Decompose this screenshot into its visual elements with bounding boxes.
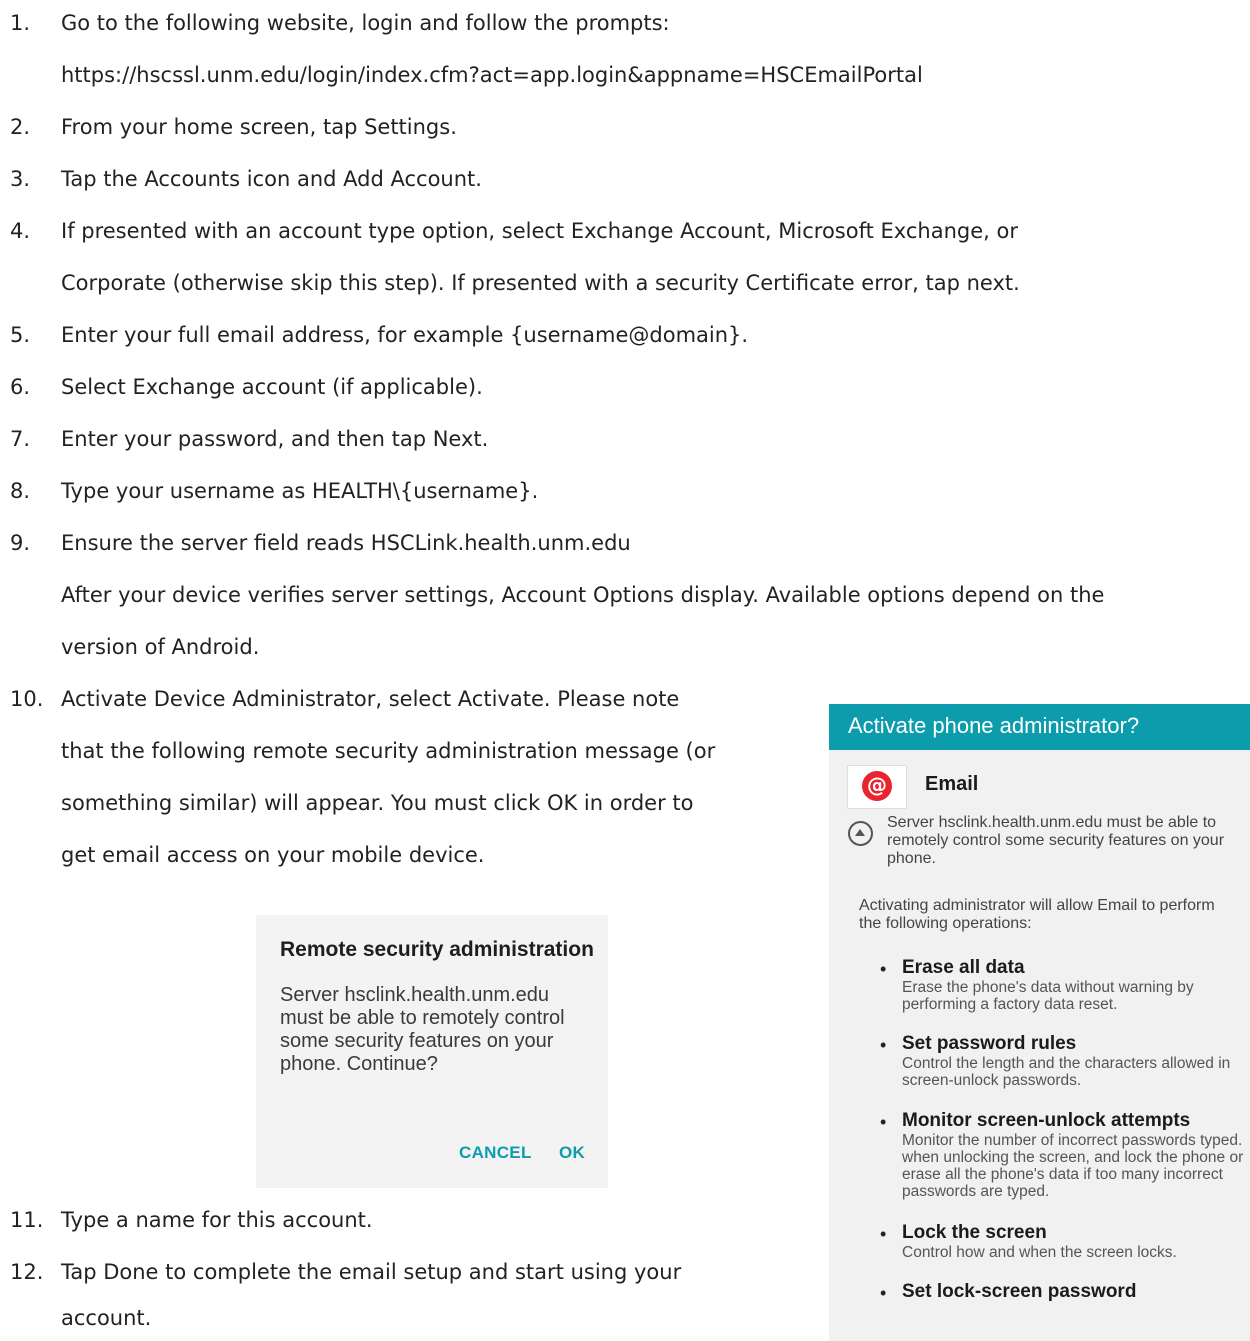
remote-security-dialog: Remote security administration Server hs…: [256, 915, 608, 1188]
step-text: If presented with an account type option…: [61, 219, 1018, 243]
email-app-icon: @: [847, 765, 907, 809]
step-number: 2.: [10, 115, 31, 139]
step-text: Enter your password, and then tap Next.: [61, 427, 489, 451]
step-number: 4.: [10, 219, 31, 243]
permission-title: Set password rules: [902, 1033, 1077, 1054]
server-message: Server hsclink.health.unm.edu must be ab…: [887, 814, 1225, 867]
step-number: 9.: [10, 531, 31, 555]
step-text: Tap the Accounts icon and Add Account.: [61, 167, 482, 191]
admin-intro: Activating administrator will allow Emai…: [859, 897, 1215, 932]
phone-admin-screen: Activate phone administrator? @ Email Se…: [829, 704, 1250, 1341]
step-number: 6.: [10, 375, 31, 399]
step-number: 10.: [10, 687, 44, 711]
permission-item: • Erase all data Erase the phone's data …: [880, 957, 1247, 1013]
phone-admin-header: Activate phone administrator?: [829, 704, 1250, 750]
step-number: 8.: [10, 479, 31, 503]
step-number: 11.: [10, 1208, 44, 1232]
step-number: 1.: [10, 11, 31, 35]
permission-desc: Control the length and the characters al…: [902, 1055, 1231, 1089]
step-number: 5.: [10, 323, 31, 347]
step-text: From your home screen, tap Settings.: [61, 115, 457, 139]
step-text: version of Android.: [61, 635, 260, 659]
step-number: 7.: [10, 427, 31, 451]
permission-title: Erase all data: [902, 957, 1025, 978]
step-text: Select Exchange account (if applicable).: [61, 375, 483, 399]
bullet-icon: •: [880, 1112, 887, 1132]
ok-button[interactable]: OK: [559, 1143, 585, 1163]
bullet-icon: •: [880, 959, 887, 979]
permission-item: • Monitor screen-unlock attempts Monitor…: [880, 1110, 1247, 1200]
at-sign-icon: @: [862, 771, 892, 801]
step-text: that the following remote security admin…: [61, 739, 716, 763]
bullet-icon: •: [880, 1035, 887, 1055]
step-text: Go to the following website, login and f…: [61, 11, 670, 35]
dialog-title: Remote security administration: [280, 938, 594, 961]
bullet-icon: •: [880, 1224, 887, 1244]
step-text: Ensure the server field reads HSCLink.he…: [61, 531, 631, 555]
step-text: Type a name for this account.: [61, 1208, 373, 1232]
permission-item: • Lock the screen Control how and when t…: [880, 1222, 1247, 1261]
permission-title: Set lock-screen password: [902, 1281, 1137, 1302]
bullet-icon: •: [880, 1283, 887, 1303]
step-number: 12.: [10, 1260, 44, 1284]
step-number: 3.: [10, 167, 31, 191]
step-text: account.: [61, 1306, 152, 1330]
step-text: Corporate (otherwise skip this step). If…: [61, 271, 1020, 295]
permission-title: Monitor screen-unlock attempts: [902, 1110, 1191, 1131]
permission-item: • Set password rules Control the length …: [880, 1033, 1247, 1089]
permission-item: • Set lock-screen password: [880, 1281, 1247, 1303]
permission-title: Lock the screen: [902, 1222, 1047, 1243]
step-url-link[interactable]: https://hscssl.unm.edu/login/index.cfm?a…: [61, 62, 923, 88]
permission-desc: Erase the phone's data without warning b…: [902, 979, 1194, 1013]
step-text: Enter your full email address, for examp…: [61, 323, 749, 347]
step-text: After your device verifies server settin…: [61, 583, 1105, 607]
dialog-message: Server hsclink.health.unm.edu must be ab…: [280, 984, 565, 1075]
step-text: Type your username as HEALTH\{username}.: [61, 479, 539, 503]
step-text: get email access on your mobile device.: [61, 843, 485, 867]
permission-desc: Control how and when the screen locks.: [902, 1244, 1177, 1261]
permission-desc: Monitor the number of incorrect password…: [902, 1132, 1244, 1200]
cancel-button[interactable]: CANCEL: [459, 1143, 532, 1163]
phone-admin-title: Activate phone administrator?: [848, 713, 1140, 738]
step-text: something similar) will appear. You must…: [61, 791, 694, 815]
step-text: Activate Device Administrator, select Ac…: [61, 687, 680, 711]
app-name: Email: [925, 773, 979, 795]
step-text: Tap Done to complete the email setup and…: [61, 1260, 682, 1284]
chevron-up-circle-icon[interactable]: [848, 821, 873, 846]
